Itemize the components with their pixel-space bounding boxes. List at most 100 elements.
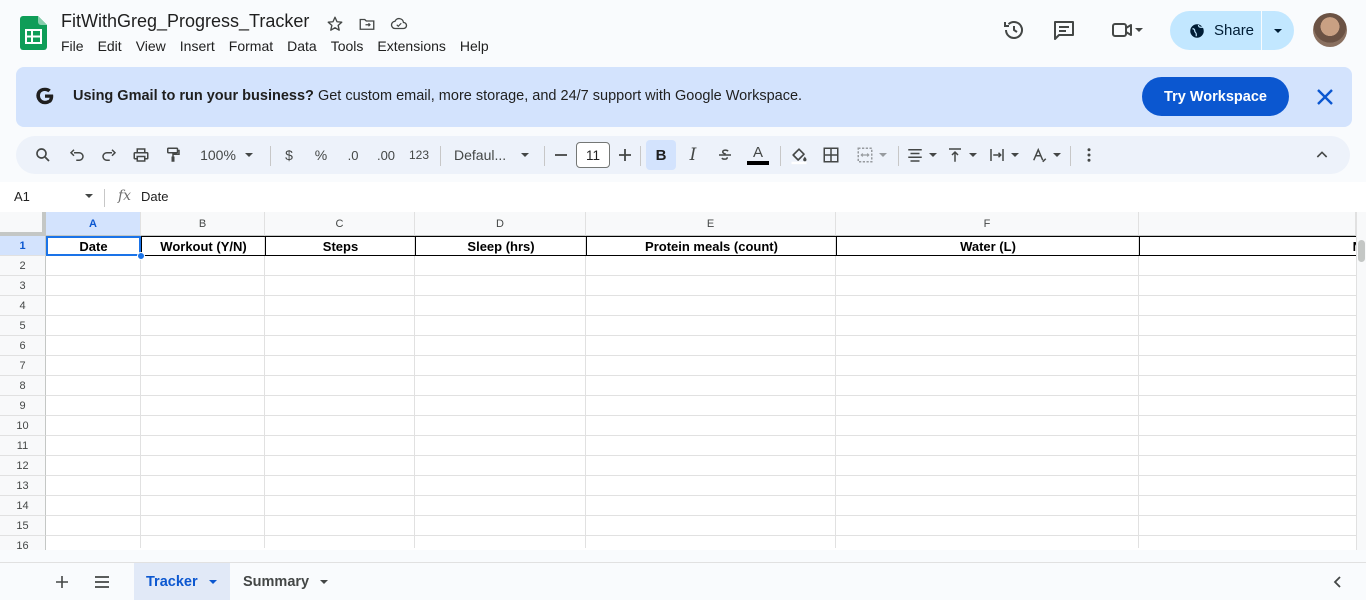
explore-collapse-icon[interactable]	[1327, 571, 1349, 593]
row-header[interactable]: 5	[0, 316, 46, 336]
zoom-select[interactable]: 100%	[192, 140, 262, 170]
sheet-tabs-bar: Tracker Summary	[0, 562, 1366, 600]
menu-insert[interactable]: Insert	[173, 37, 222, 55]
decrease-decimal-button[interactable]: .0	[340, 140, 366, 170]
bold-button[interactable]: B	[646, 140, 676, 170]
cell-d1[interactable]: Sleep (hrs)	[415, 236, 586, 256]
sheet-tab-tracker[interactable]: Tracker	[134, 563, 230, 600]
row-header[interactable]: 3	[0, 276, 46, 296]
name-box[interactable]: A1	[14, 189, 30, 204]
undo-icon[interactable]	[64, 140, 90, 170]
row-header[interactable]: 4	[0, 296, 46, 316]
menu-view[interactable]: View	[129, 37, 173, 55]
more-formats-button[interactable]: 123	[406, 140, 432, 170]
font-select[interactable]: Defaul...	[448, 140, 532, 170]
text-wrapping-icon[interactable]	[986, 140, 1022, 170]
redo-icon[interactable]	[96, 140, 122, 170]
share-dropdown-button[interactable]	[1262, 26, 1294, 36]
increase-font-size-icon[interactable]	[614, 140, 636, 170]
horizontal-align-icon[interactable]	[904, 140, 940, 170]
chevron-down-icon	[879, 153, 887, 157]
currency-format-button[interactable]: $	[278, 140, 300, 170]
borders-icon[interactable]	[818, 140, 844, 170]
merge-cells-icon[interactable]	[852, 140, 892, 170]
more-options-icon[interactable]	[1076, 140, 1102, 170]
menu-help[interactable]: Help	[453, 37, 496, 55]
increase-decimal-button[interactable]: .00	[372, 140, 400, 170]
percent-format-button[interactable]: %	[310, 140, 332, 170]
menu-format[interactable]: Format	[222, 37, 280, 55]
row-header[interactable]: 9	[0, 396, 46, 416]
add-sheet-icon[interactable]	[51, 571, 73, 593]
formula-input[interactable]: Date	[141, 189, 168, 204]
cell-e1[interactable]: Protein meals (count)	[586, 236, 836, 256]
print-icon[interactable]	[128, 140, 154, 170]
fill-color-icon[interactable]	[786, 140, 812, 170]
close-icon[interactable]	[1313, 85, 1337, 109]
fill-handle[interactable]	[137, 252, 145, 260]
row-header[interactable]: 15	[0, 516, 46, 536]
cell-b1[interactable]: Workout (Y/N)	[141, 236, 265, 256]
search-menus-icon[interactable]	[30, 140, 56, 170]
chevron-down-icon	[1053, 153, 1061, 157]
collapse-menus-icon[interactable]	[1308, 140, 1336, 170]
share-button[interactable]: Share	[1170, 11, 1294, 50]
row-header[interactable]: 1	[0, 236, 46, 256]
cell-c1[interactable]: Steps	[265, 236, 415, 256]
row-header[interactable]: 16	[0, 536, 46, 550]
select-all-corner[interactable]	[0, 212, 46, 236]
column-header-d[interactable]: D	[415, 212, 586, 236]
sheet-tab-summary[interactable]: Summary	[231, 563, 341, 600]
version-history-icon[interactable]	[998, 14, 1030, 46]
vertical-scrollbar[interactable]	[1356, 212, 1366, 550]
row-header[interactable]: 10	[0, 416, 46, 436]
font-size-input[interactable]: 11	[576, 142, 610, 168]
italic-button[interactable]: I	[680, 140, 706, 170]
cloud-saved-icon[interactable]	[388, 13, 410, 35]
menu-tools[interactable]: Tools	[324, 37, 371, 55]
menu-file[interactable]: File	[54, 37, 91, 55]
column-header-c[interactable]: C	[265, 212, 415, 236]
row-header[interactable]: 11	[0, 436, 46, 456]
row-header[interactable]: 7	[0, 356, 46, 376]
menu-extensions[interactable]: Extensions	[370, 37, 452, 55]
row-header[interactable]: 12	[0, 456, 46, 476]
spreadsheet-grid[interactable]: A B C D E F 1 2 3 4 5 6 7 8 9 10 11 12 1…	[0, 212, 1366, 550]
text-color-button[interactable]: A	[745, 140, 771, 170]
document-title[interactable]: FitWithGreg_Progress_Tracker	[61, 11, 309, 32]
vertical-scroll-thumb[interactable]	[1358, 240, 1365, 262]
column-header-f[interactable]: F	[836, 212, 1139, 236]
row-header[interactable]: 6	[0, 336, 46, 356]
try-workspace-button[interactable]: Try Workspace	[1142, 77, 1289, 116]
star-icon[interactable]	[324, 13, 346, 35]
column-header-b[interactable]: B	[141, 212, 265, 236]
paint-format-icon[interactable]	[160, 140, 186, 170]
horizontal-scrollbar[interactable]	[46, 548, 1356, 550]
column-header-e[interactable]: E	[586, 212, 836, 236]
column-header-g[interactable]	[1139, 212, 1356, 236]
sheets-logo-icon[interactable]	[20, 16, 47, 50]
workspace-banner: Using Gmail to run your business? Get cu…	[16, 67, 1352, 127]
text-rotation-icon[interactable]	[1028, 140, 1064, 170]
row-header[interactable]: 14	[0, 496, 46, 516]
comments-icon[interactable]	[1048, 14, 1080, 46]
meet-icon[interactable]	[1104, 14, 1150, 46]
decrease-decimal-label: .0	[347, 147, 359, 163]
chevron-down-icon[interactable]	[84, 191, 94, 201]
cell-f1[interactable]: Water (L)	[836, 236, 1139, 256]
menu-edit[interactable]: Edit	[91, 37, 129, 55]
strikethrough-icon[interactable]	[712, 140, 738, 170]
all-sheets-icon[interactable]	[91, 571, 113, 593]
menu-data[interactable]: Data	[280, 37, 324, 55]
row-header[interactable]: 13	[0, 476, 46, 496]
decrease-font-size-icon[interactable]	[550, 140, 572, 170]
row-header[interactable]: 8	[0, 376, 46, 396]
row-header[interactable]: 2	[0, 256, 46, 276]
vertical-align-icon[interactable]	[944, 140, 980, 170]
column-header-a[interactable]: A	[46, 212, 141, 236]
user-avatar[interactable]	[1313, 13, 1347, 47]
cell-g1[interactable]: N	[1139, 236, 1356, 256]
move-folder-icon[interactable]	[356, 13, 378, 35]
active-cell-selection	[46, 236, 141, 256]
google-logo-icon	[36, 87, 54, 105]
